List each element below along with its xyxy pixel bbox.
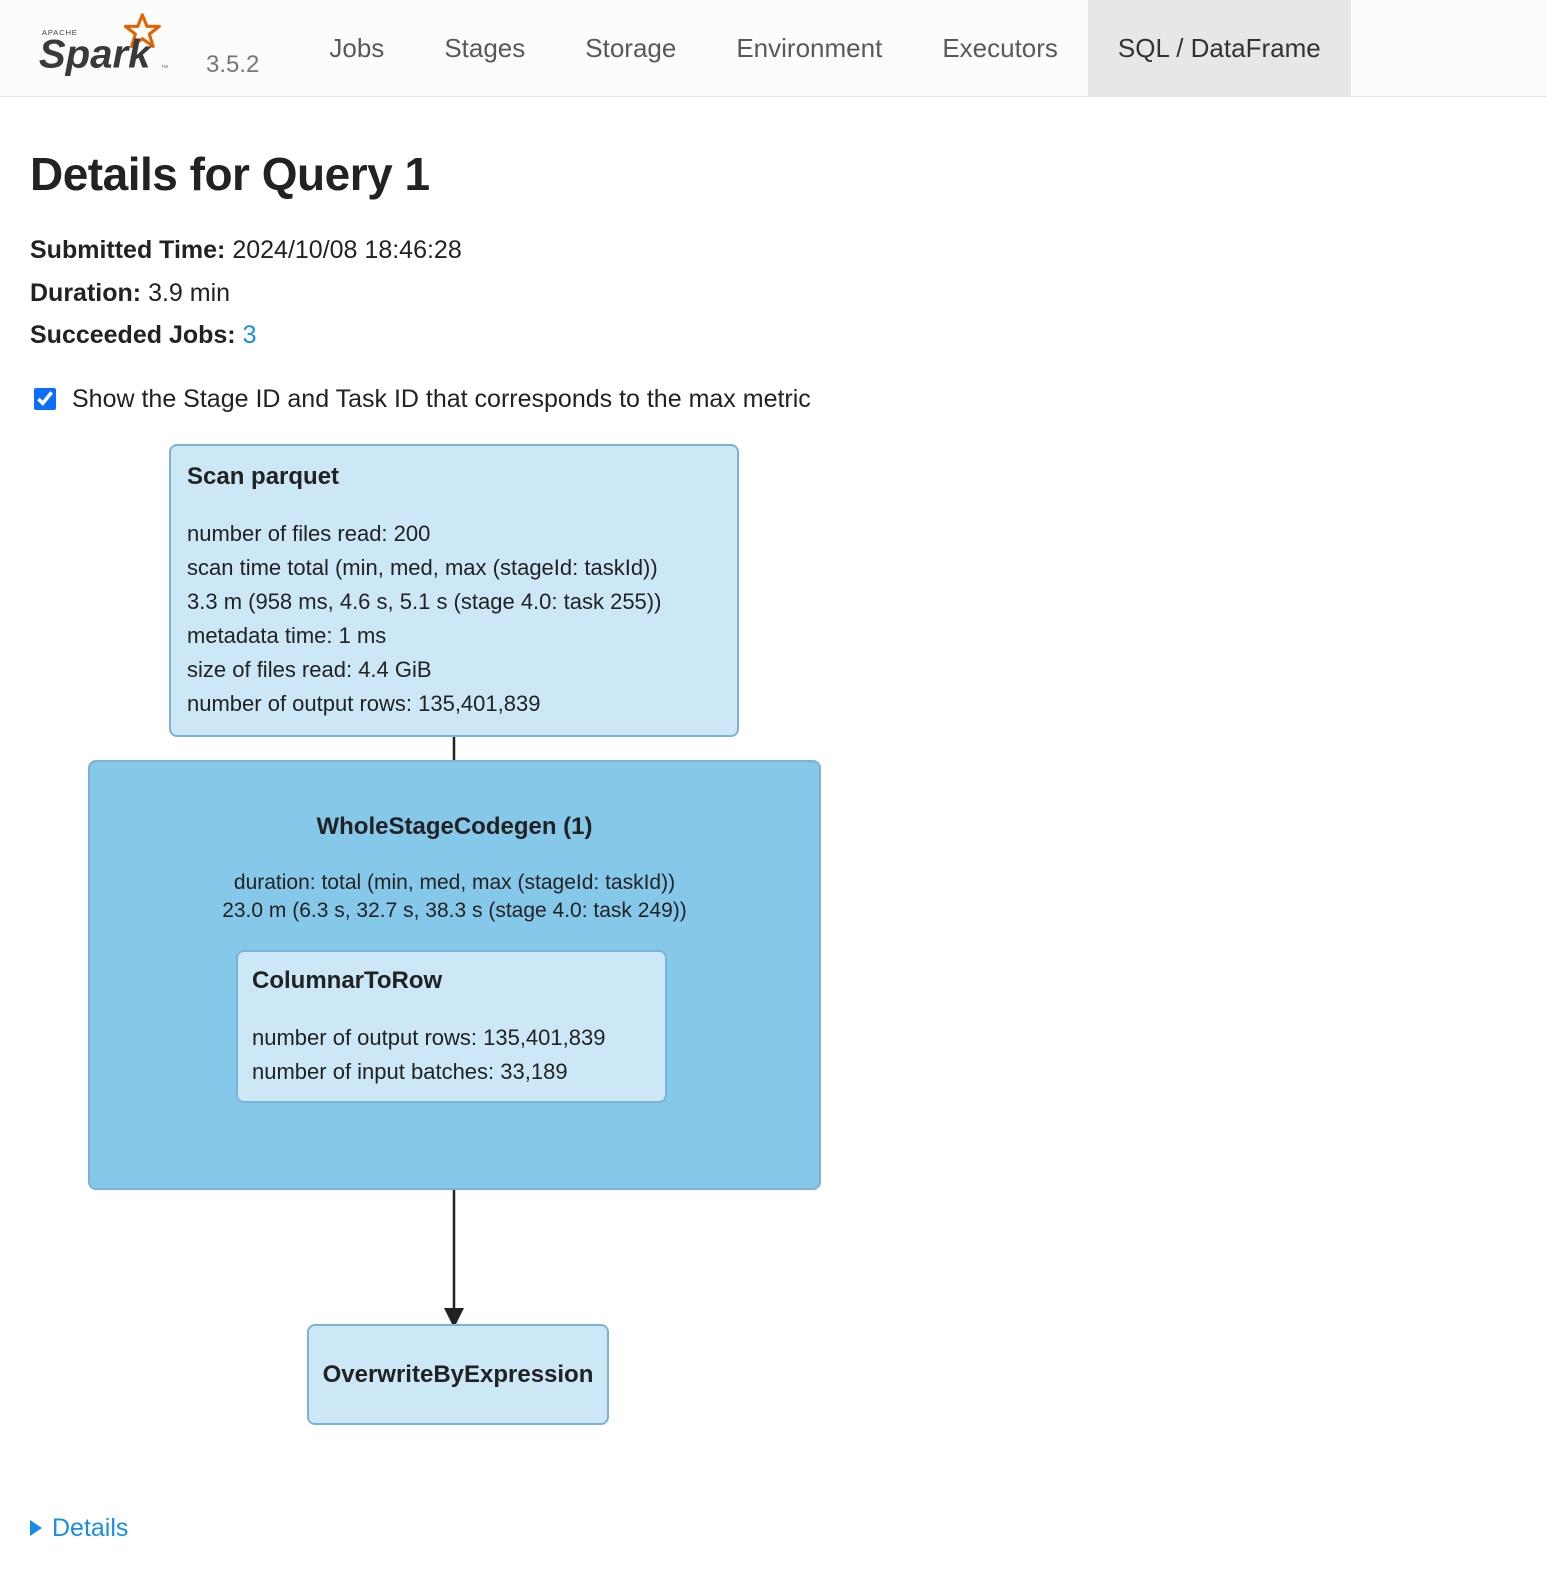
plan-node-scan-line: metadata time: 1 ms — [187, 619, 721, 653]
details-label: Details — [52, 1514, 128, 1543]
nav-tab-jobs[interactable]: Jobs — [299, 0, 414, 96]
plan-node-ctr-line: number of output rows: 135,401,839 — [252, 1021, 651, 1055]
nav-tab-storage[interactable]: Storage — [555, 0, 706, 96]
brand: APACHE Spark ™ 3.5.2 — [28, 11, 259, 85]
query-meta: Submitted Time: 2024/10/08 18:46:28 Dura… — [30, 229, 1516, 357]
query-plan-diagram: Scan parquet number of files read: 200 s… — [58, 444, 958, 1504]
plan-node-wsc-title: WholeStageCodegen (1) — [106, 808, 803, 845]
plan-node-scan-line: size of files read: 4.4 GiB — [187, 653, 721, 687]
meta-succeeded: Succeeded Jobs: 3 — [30, 314, 1516, 357]
nav-tabs: Jobs Stages Storage Environment Executor… — [299, 0, 1350, 96]
plan-node-scan-line: scan time total (min, med, max (stageId:… — [187, 551, 721, 585]
nav-tab-environment[interactable]: Environment — [706, 0, 912, 96]
svg-text:™: ™ — [161, 63, 169, 72]
meta-succeeded-link[interactable]: 3 — [243, 321, 257, 349]
plan-node-wsc-line: duration: total (min, med, max (stageId:… — [106, 869, 803, 897]
page-container: Details for Query 1 Submitted Time: 2024… — [0, 97, 1546, 1583]
details-toggle[interactable]: Details — [30, 1514, 1516, 1543]
plan-node-overwrite-by-expression[interactable]: OverwriteByExpression — [307, 1324, 609, 1425]
nav-tab-stages[interactable]: Stages — [414, 0, 555, 96]
page-title: Details for Query 1 — [30, 147, 1516, 201]
top-navbar: APACHE Spark ™ 3.5.2 Jobs Stages Storage… — [0, 0, 1546, 97]
plan-node-scan-line: number of files read: 200 — [187, 517, 721, 551]
plan-node-wsc-line: 23.0 m (6.3 s, 32.7 s, 38.3 s (stage 4.0… — [106, 897, 803, 925]
plan-node-scan-line: number of output rows: 135,401,839 — [187, 687, 721, 721]
meta-duration-value: 3.9 min — [148, 279, 230, 307]
plan-node-columnar-to-row[interactable]: ColumnarToRow number of output rows: 135… — [236, 950, 667, 1103]
svg-text:Spark: Spark — [39, 31, 153, 76]
show-stage-task-row: Show the Stage ID and Task ID that corre… — [30, 385, 1516, 414]
meta-submitted: Submitted Time: 2024/10/08 18:46:28 — [30, 229, 1516, 272]
plan-node-scan-parquet[interactable]: Scan parquet number of files read: 200 s… — [169, 444, 739, 738]
plan-node-scan-line: 3.3 m (958 ms, 4.6 s, 5.1 s (stage 4.0: … — [187, 585, 721, 619]
meta-duration-label: Duration: — [30, 279, 141, 307]
nav-tab-executors[interactable]: Executors — [912, 0, 1088, 96]
plan-node-ctr-title: ColumnarToRow — [252, 962, 651, 999]
meta-duration: Duration: 3.9 min — [30, 272, 1516, 315]
meta-submitted-label: Submitted Time: — [30, 236, 225, 264]
show-stage-task-checkbox[interactable] — [34, 388, 56, 410]
caret-right-icon — [30, 1520, 42, 1536]
plan-node-wsc-metrics: duration: total (min, med, max (stageId:… — [106, 869, 803, 926]
show-stage-task-label[interactable]: Show the Stage ID and Task ID that corre… — [72, 385, 811, 414]
spark-logo: APACHE Spark ™ — [28, 11, 198, 85]
meta-submitted-value: 2024/10/08 18:46:28 — [232, 236, 461, 264]
meta-succeeded-label: Succeeded Jobs: — [30, 321, 236, 349]
plan-node-ovw-title: OverwriteByExpression — [319, 1356, 597, 1393]
plan-node-scan-title: Scan parquet — [187, 458, 721, 495]
spark-version: 3.5.2 — [206, 51, 259, 79]
plan-node-ctr-line: number of input batches: 33,189 — [252, 1055, 651, 1089]
nav-tab-sql[interactable]: SQL / DataFrame — [1088, 0, 1351, 96]
